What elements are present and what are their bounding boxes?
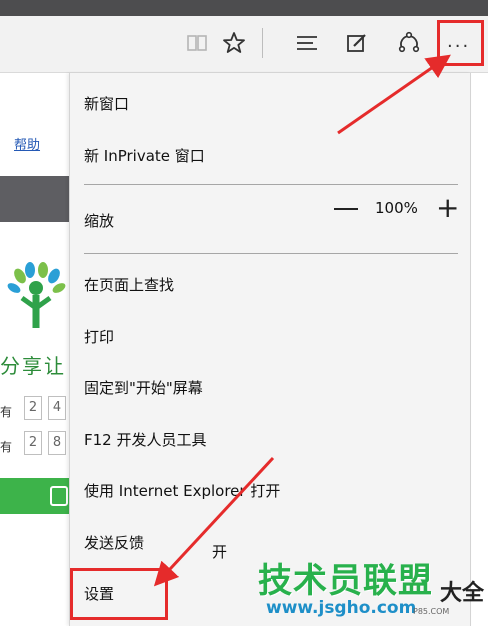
zoom-in-button[interactable]: + bbox=[436, 194, 459, 222]
menu-item-find-on-page[interactable]: 在页面上查找 bbox=[84, 274, 174, 295]
page-header-band bbox=[0, 176, 70, 222]
menu-item-f12-tools[interactable]: F12 开发人员工具 bbox=[84, 429, 206, 450]
menu-item-new-inprivate[interactable]: 新 InPrivate 窗口 bbox=[84, 145, 205, 166]
menu-divider bbox=[84, 253, 458, 254]
captcha-char: 2 bbox=[24, 396, 42, 420]
zoom-level: 100% bbox=[375, 199, 418, 217]
captcha-char: 4 bbox=[48, 396, 66, 420]
watermark-url: www.jsgho.com bbox=[266, 598, 417, 618]
more-actions-icon[interactable]: ··· bbox=[447, 36, 470, 57]
captcha-char: 8 bbox=[48, 431, 66, 455]
captcha-row-label: 有 bbox=[0, 440, 13, 454]
menu-item-open-with-ie[interactable]: 使用 Internet Explorer 打开 bbox=[84, 480, 280, 501]
menu-item-print[interactable]: 打印 bbox=[84, 326, 114, 347]
watermark-title: 技术员联盟 bbox=[258, 561, 433, 601]
hub-icon[interactable] bbox=[294, 30, 320, 56]
zoom-out-button[interactable] bbox=[334, 208, 358, 210]
menu-item-zoom-label: 缩放 bbox=[84, 212, 115, 230]
tree-logo-icon bbox=[6, 262, 66, 342]
toolbar-separator bbox=[262, 28, 263, 58]
menu-item-new-window[interactable]: 新窗口 bbox=[84, 93, 129, 114]
menu-item-pin-to-start[interactable]: 固定到"开始"屏幕 bbox=[84, 377, 203, 398]
page-slogan: 分享让 bbox=[0, 354, 66, 378]
settings-highlight bbox=[70, 568, 168, 620]
edit-icon bbox=[50, 486, 68, 506]
favorite-star-icon[interactable] bbox=[221, 30, 247, 56]
web-note-icon[interactable] bbox=[344, 30, 370, 56]
help-link[interactable]: 帮助 bbox=[14, 134, 40, 153]
menu-divider bbox=[84, 184, 458, 185]
page-green-button[interactable] bbox=[0, 478, 70, 514]
captcha-char: 2 bbox=[24, 431, 42, 455]
menu-item-send-feedback[interactable]: 发送反馈 bbox=[84, 532, 144, 553]
share-icon[interactable] bbox=[396, 30, 422, 56]
reading-view-icon[interactable] bbox=[184, 30, 210, 56]
watermark-subtext: P85.COM bbox=[413, 607, 450, 616]
captcha-row-label: 有 bbox=[0, 405, 13, 419]
watermark-side-text: 大全 bbox=[440, 581, 485, 606]
title-bar bbox=[0, 0, 488, 17]
blurred-text-fragment: 开 bbox=[212, 543, 228, 561]
more-actions-menu: 新窗口 新 InPrivate 窗口 缩放 100% + 在页面上查找 打印 固… bbox=[69, 73, 471, 626]
